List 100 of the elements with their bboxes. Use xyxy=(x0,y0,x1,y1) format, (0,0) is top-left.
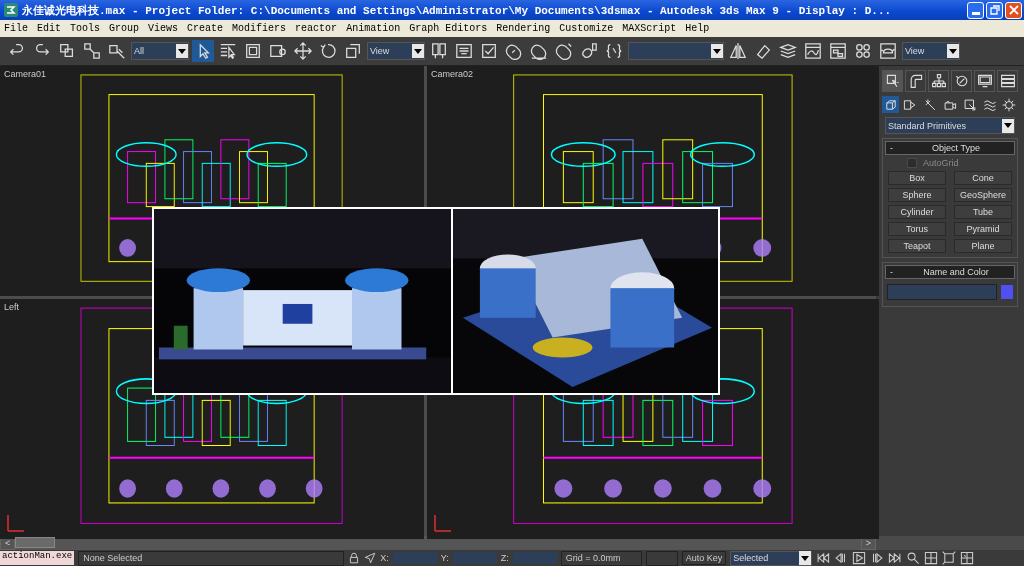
play-icon[interactable] xyxy=(852,551,867,565)
menu-item[interactable]: Customize xyxy=(559,23,614,34)
rollout-title: Object Type xyxy=(931,143,981,153)
toolbar-button[interactable] xyxy=(802,40,824,62)
coordinate-field[interactable] xyxy=(452,552,497,564)
name-field[interactable] xyxy=(887,284,997,300)
color-swatch[interactable] xyxy=(1001,285,1013,299)
zoom-all-icon[interactable] xyxy=(924,551,939,565)
object-type-button[interactable]: Box xyxy=(888,171,946,185)
menu-item[interactable]: Modifiers xyxy=(232,23,287,34)
curve-editor-icon xyxy=(804,42,822,60)
minimize-icon xyxy=(971,12,980,15)
shapes-icon xyxy=(903,97,918,112)
link-icon xyxy=(58,42,76,60)
minimize-button[interactable] xyxy=(967,1,984,19)
object-type-button[interactable]: GeoSphere xyxy=(954,188,1012,202)
panel-tab[interactable] xyxy=(928,70,949,92)
panel-tab[interactable] xyxy=(951,70,972,92)
menu-item[interactable]: Edit xyxy=(37,23,62,34)
zoom-extents-all-icon[interactable] xyxy=(960,551,975,565)
object-type-button[interactable]: Plane xyxy=(954,239,1012,253)
panel-tab[interactable] xyxy=(882,70,903,92)
category-button[interactable] xyxy=(882,96,899,113)
panel-tab[interactable] xyxy=(974,70,995,92)
viewport-label[interactable]: Camera01 xyxy=(4,69,47,79)
panel-tab[interactable] xyxy=(997,70,1018,92)
coordinate-field[interactable] xyxy=(512,552,557,564)
slider-thumb[interactable] xyxy=(15,537,56,548)
object-type-button[interactable]: Teapot xyxy=(888,239,946,253)
toolbar-button[interactable] xyxy=(81,40,103,62)
restore-button[interactable] xyxy=(986,1,1003,19)
listener-field[interactable]: actionMan.exe xyxy=(0,551,75,565)
key-filter-dropdown[interactable]: Selected xyxy=(730,550,813,566)
auto-key-button[interactable]: Auto Key xyxy=(681,551,727,565)
helpers-icon xyxy=(962,97,977,112)
object-type-button[interactable]: Cone xyxy=(954,171,1012,185)
go-to-start-icon[interactable] xyxy=(816,551,831,565)
rollout-header[interactable]: - Object Type xyxy=(885,141,1015,155)
space-warps-icon xyxy=(982,97,997,112)
viewport-label[interactable]: Left xyxy=(4,302,19,312)
close-icon xyxy=(1008,5,1019,15)
coordinate-label: X: xyxy=(380,551,389,565)
zoom-extents-icon[interactable] xyxy=(942,551,957,565)
collapse-sign[interactable]: - xyxy=(890,267,902,277)
cursor-icon[interactable] xyxy=(364,552,377,564)
render-teapot-icon xyxy=(879,42,897,60)
lock-icon[interactable] xyxy=(348,552,361,564)
toolbar-dropdown[interactable]: All xyxy=(131,42,189,60)
menu-item[interactable]: Tools xyxy=(70,23,101,34)
next-frame-icon[interactable] xyxy=(870,551,885,565)
schematic-icon xyxy=(829,42,847,60)
menu-item[interactable]: Animation xyxy=(346,23,401,34)
move-icon xyxy=(294,42,312,60)
collapse-sign[interactable]: - xyxy=(890,143,902,153)
rectangle-selection-icon xyxy=(244,42,262,60)
menu-item[interactable]: Views xyxy=(148,23,179,34)
object-type-button[interactable]: Sphere xyxy=(888,188,946,202)
caret-icon xyxy=(414,48,422,54)
object-type-button[interactable]: Tube xyxy=(954,205,1012,219)
category-button[interactable] xyxy=(1000,96,1018,113)
material-spheres-icon xyxy=(854,42,872,60)
grid-status: Grid = 0.0mm xyxy=(560,550,642,566)
menu-item[interactable]: reactor xyxy=(295,23,338,34)
toolbar-dropdown[interactable]: View xyxy=(902,42,960,60)
toolbar-button[interactable] xyxy=(727,40,749,62)
menu-item[interactable]: Help xyxy=(685,23,710,34)
menu-item[interactable]: Rendering xyxy=(496,23,551,34)
object-type-button[interactable]: Torus xyxy=(888,222,946,236)
coordinate-label: Y: xyxy=(440,551,449,565)
viewport-label[interactable]: Camera02 xyxy=(431,69,474,79)
toolbar-button[interactable] xyxy=(192,40,214,62)
menu-item[interactable]: MAXScript xyxy=(622,23,677,34)
menu-item[interactable]: Graph Editors xyxy=(409,23,488,34)
menu-item[interactable]: File xyxy=(4,23,28,34)
close-button[interactable] xyxy=(1005,1,1022,19)
caret-icon xyxy=(801,555,810,561)
menu-item[interactable]: Group xyxy=(109,23,140,34)
rollout-header[interactable]: - Name and Color xyxy=(885,265,1015,279)
toolbar-dropdown[interactable] xyxy=(628,42,724,60)
object-type-button[interactable]: Cylinder xyxy=(888,205,946,219)
toolbar-dropdown[interactable]: View xyxy=(367,42,425,60)
hierarchy-icon xyxy=(930,73,947,89)
zoom-icon[interactable] xyxy=(906,551,921,565)
toolbar-button[interactable] xyxy=(827,40,849,62)
category-dropdown[interactable]: Standard Primitives xyxy=(885,117,1015,134)
monitor-icon xyxy=(976,73,993,89)
lights-icon xyxy=(923,97,938,112)
toolbar-button[interactable] xyxy=(292,40,314,62)
toolbar-button[interactable] xyxy=(877,40,899,62)
menu-item[interactable]: Create xyxy=(187,23,224,34)
go-to-end-icon[interactable] xyxy=(888,551,903,565)
object-type-button[interactable]: Pyramid xyxy=(954,222,1012,236)
window-title: 永佳诚光电科技.max - Project Folder: C:\Documents and Settings\Administrator\My Documents\3dsmax - Autodesk 3ds Max 9 - Display : D... xyxy=(22,3,893,18)
rotate-icon xyxy=(319,42,337,60)
caret-icon xyxy=(178,48,186,54)
panel-tab[interactable] xyxy=(905,70,926,92)
coordinate-label: Z: xyxy=(500,551,509,565)
category-button[interactable] xyxy=(961,96,979,113)
coordinate-field[interactable] xyxy=(392,552,437,564)
motion-icon xyxy=(953,73,970,89)
